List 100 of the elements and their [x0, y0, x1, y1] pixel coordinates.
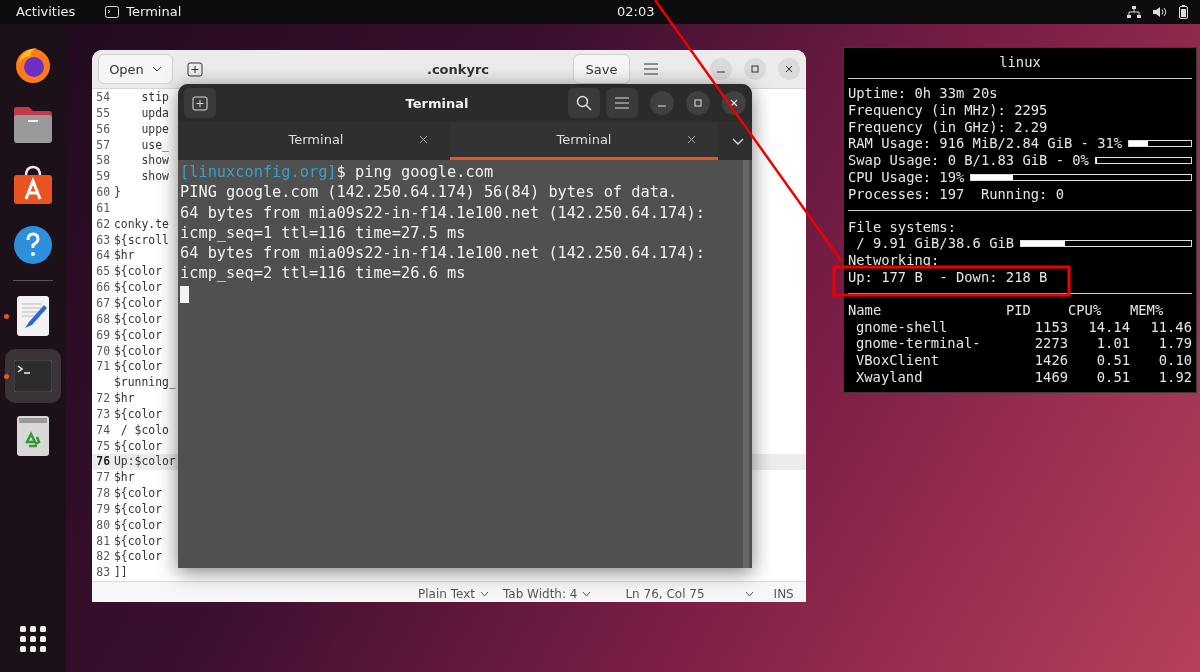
output-line: 64 bytes from mia09s22-in-f14.1e100.net (142.250.64.174):	[180, 244, 705, 263]
code-line: }	[114, 185, 121, 201]
clock[interactable]: 02:03	[617, 4, 655, 20]
line-number: 64	[96, 248, 110, 263]
running-indicator	[4, 314, 9, 319]
minimize-icon	[717, 70, 725, 73]
terminal-icon	[14, 360, 52, 392]
code-line: / $colo	[119, 422, 169, 439]
new-tab-button[interactable]	[184, 88, 216, 118]
line-number: 74	[96, 422, 110, 437]
stat-text: Processes: 197 Running: 0	[848, 185, 1064, 203]
table-cell-text: 2273	[1033, 335, 1068, 353]
shopping-bag-icon	[13, 165, 53, 205]
maximize-icon	[693, 98, 703, 108]
line-number: 66	[96, 280, 110, 295]
table-cell-text: 0.51	[1095, 352, 1130, 369]
activities-button[interactable]: Activities	[16, 4, 76, 20]
terminal-icon	[105, 6, 120, 18]
menu-button[interactable]	[606, 88, 638, 118]
table-cell-text: VBoxClient	[855, 352, 941, 369]
table-cell-text: 11.46	[1149, 318, 1192, 336]
app-grid-icon[interactable]	[20, 626, 46, 652]
open-button[interactable]: Open	[98, 54, 173, 84]
panel-title: linux	[998, 53, 1042, 72]
app-menu[interactable]: Terminal	[126, 4, 182, 20]
network-icon[interactable]	[1127, 6, 1141, 18]
tab-width-selector[interactable]: Tab Width: 4	[502, 587, 592, 602]
line-number: 68	[96, 311, 110, 326]
close-icon[interactable]	[687, 135, 696, 144]
output-line: icmp_seq=1 ttl=116 time=27.5 ms	[180, 223, 466, 242]
running-indicator	[4, 374, 9, 379]
text-cursor	[180, 285, 189, 303]
close-icon	[784, 64, 794, 74]
code-line: ${color	[114, 517, 162, 534]
prompt: [linuxconfig.org]	[180, 163, 337, 181]
terminal-tab[interactable]: Terminal	[182, 122, 450, 160]
code-line: $running_	[114, 375, 176, 392]
line-number: 73	[96, 406, 110, 421]
battery-icon[interactable]	[1179, 5, 1188, 19]
code-line: use_	[140, 137, 169, 154]
maximize-button[interactable]	[686, 91, 710, 115]
code-line: ${color	[114, 438, 162, 455]
code-line: $hr	[114, 248, 135, 265]
insert-mode[interactable]: INS	[773, 587, 794, 602]
stat-text: / 9.91 GiB/38.6 GiB	[855, 235, 1015, 253]
table-cell-text: 0.10	[1157, 352, 1192, 369]
line-number: 67	[96, 295, 110, 310]
caret-icon	[582, 591, 592, 598]
code-line: $hr	[114, 470, 135, 487]
new-tab-icon[interactable]	[187, 61, 203, 77]
line-number: 55	[96, 105, 110, 120]
table-cell-text: gnome-shell	[855, 318, 949, 336]
caret-icon[interactable]	[744, 591, 754, 598]
language-selector[interactable]: Plain Text	[418, 587, 489, 602]
line-number: 60	[96, 185, 110, 200]
stat-text: Up: 177 B - Down: 218 B	[848, 268, 1048, 286]
code-line: ${color	[114, 327, 162, 344]
code-line: ${scroll	[114, 232, 169, 249]
minimize-button[interactable]	[650, 91, 674, 115]
code-line: ${color	[114, 295, 162, 312]
close-button[interactable]	[778, 58, 800, 80]
table-cell-text: Xwayland	[855, 368, 924, 386]
close-icon[interactable]	[419, 135, 428, 144]
save-button[interactable]: Save	[573, 54, 630, 84]
table-cell-text: 0.51	[1095, 368, 1130, 386]
minimize-button[interactable]	[710, 58, 732, 80]
maximize-button[interactable]	[744, 58, 766, 80]
code-line: ${color	[114, 486, 162, 502]
stat-text: RAM Usage: 916 MiB/2.84 GiB - 31%	[848, 135, 1123, 153]
stat-text: Uptime: 0h 33m 20s	[848, 85, 998, 102]
table-cell-text: 1.79	[1157, 335, 1192, 353]
code-line: ${color	[114, 280, 162, 296]
menu-icon[interactable]	[644, 63, 658, 75]
column-header: CPU%	[1068, 301, 1103, 319]
pencil-document-icon	[17, 296, 49, 336]
recycle-bin-icon	[17, 416, 49, 456]
line-number: 81	[96, 533, 110, 548]
table-cell-text: 1.01	[1095, 335, 1130, 353]
output-line: PING google.com (142.250.64.174) 56(84) bytes of data.	[180, 183, 678, 202]
volume-icon[interactable]	[1153, 6, 1167, 18]
code-line: ${color	[114, 343, 162, 360]
terminal-tab[interactable]: Terminal	[450, 122, 718, 160]
stat-text: Swap Usage: 0 B/1.83 GiB - 0%	[848, 152, 1089, 169]
code-line: uppe	[140, 121, 169, 138]
cursor-position[interactable]: Ln 76, Col 75	[625, 587, 705, 602]
code-line: ${color	[114, 311, 162, 328]
search-button[interactable]	[568, 88, 600, 118]
code-line: conky.te	[114, 216, 169, 233]
line-number: 61	[96, 200, 110, 215]
output-line: icmp_seq=2 ttl=116 time=26.6 ms	[180, 264, 466, 283]
output-line: 64 bytes from mia09s22-in-f14.1e100.net (142.250.64.174):	[180, 203, 705, 222]
column-header: PID	[1006, 301, 1032, 319]
maximize-icon	[750, 64, 760, 74]
table-cell-text: 1.92	[1157, 368, 1192, 386]
close-icon	[729, 98, 739, 108]
stat-text: Networking:	[848, 252, 940, 269]
line-number: 65	[96, 264, 110, 279]
new-tab-icon	[192, 95, 208, 111]
table-cell-text: 14.14	[1087, 318, 1130, 336]
stat-text: File systems:	[848, 218, 956, 236]
